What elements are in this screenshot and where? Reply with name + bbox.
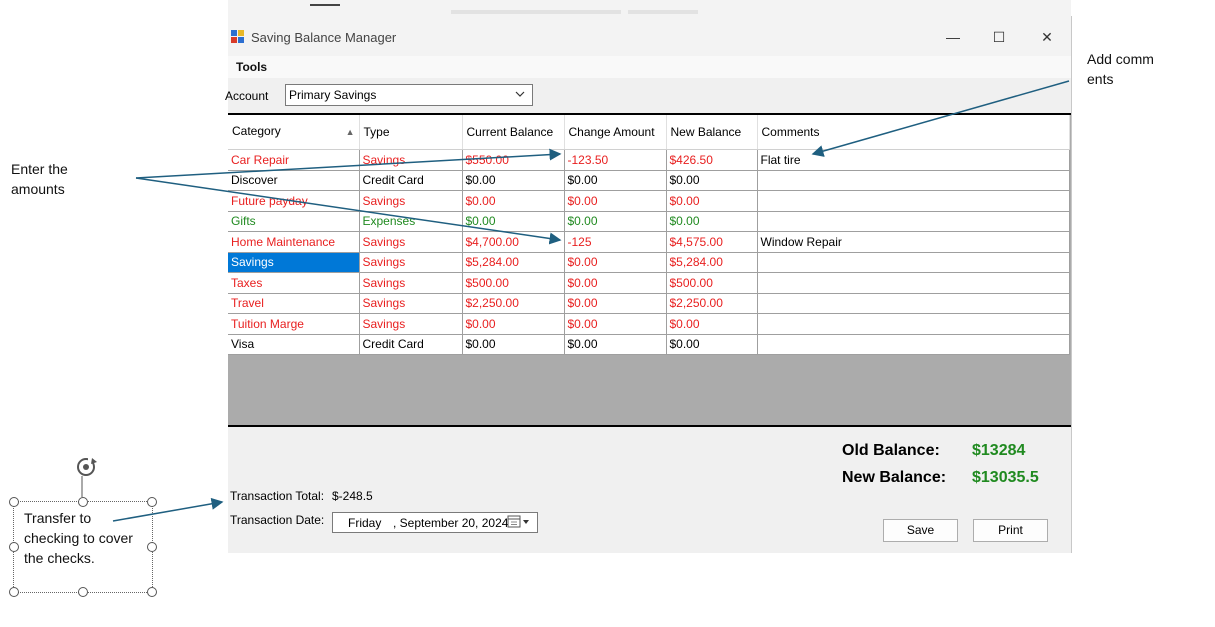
arrow-to-transaction-total xyxy=(112,497,224,522)
arrow-to-comments xyxy=(811,80,1070,157)
rotate-handle-icon xyxy=(77,457,97,476)
annotation-arrows xyxy=(77,80,1070,522)
arrow-to-change-amount-1 xyxy=(135,148,562,179)
arrow-to-change-amount-2 xyxy=(135,177,562,245)
